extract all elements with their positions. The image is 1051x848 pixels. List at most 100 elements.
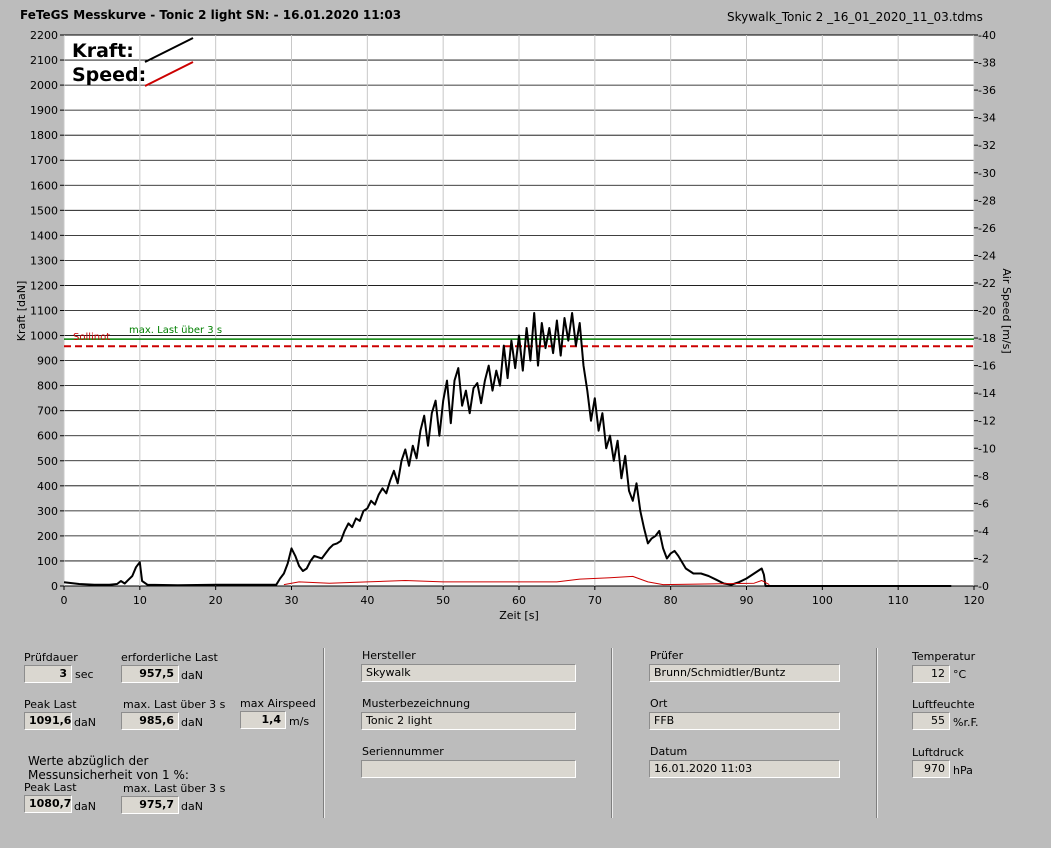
- x-tick-label: 40: [360, 594, 374, 607]
- y2-tick-label: -34: [978, 112, 996, 125]
- y2-tick-label: -2: [978, 552, 989, 565]
- y-axis-ticks: 0 100 200 300 400 500 600 700 800 900 1000 1100 1200…: [30, 29, 64, 593]
- temperatur-unit: °C: [953, 668, 967, 681]
- x-tick-label: 100: [812, 594, 833, 607]
- x-tick-label: 10: [133, 594, 147, 607]
- y2-tick-label: -14: [978, 387, 996, 400]
- y-tick-label: 1600: [30, 179, 58, 192]
- peak-last-unit: daN: [74, 716, 96, 729]
- luftdruck-field: 970: [912, 760, 950, 778]
- x-tick-label: 20: [209, 594, 223, 607]
- y2-tick-label: -32: [978, 139, 996, 152]
- y-tick-label: 900: [37, 355, 58, 368]
- x-tick-label: 70: [588, 594, 602, 607]
- luftfeuchte-field: 55: [912, 712, 950, 730]
- y-tick-label: 100: [37, 555, 58, 568]
- y-tick-label: 2000: [30, 79, 58, 92]
- y-tick-label: 600: [37, 430, 58, 443]
- x-tick-label: 90: [740, 594, 754, 607]
- y2-tick-label: -12: [978, 415, 996, 428]
- peak-last2-unit: daN: [74, 800, 96, 813]
- soll-line-label: Sollinot: [73, 332, 110, 343]
- y2-tick-label: -40: [978, 29, 996, 42]
- y-tick-label: 200: [37, 530, 58, 543]
- y-tick-label: 2200: [30, 29, 58, 42]
- luftdruck-label: Luftdruck: [912, 746, 964, 759]
- y-tick-label: 300: [37, 505, 58, 518]
- force-chart: 0100200300400500600700800900100011001200…: [15, 29, 1013, 622]
- luftfeuchte-label: Luftfeuchte: [912, 698, 975, 711]
- y-tick-label: 2100: [30, 54, 58, 67]
- luftdruck-unit: hPa: [953, 764, 973, 777]
- y-tick-label: 1800: [30, 129, 58, 142]
- ort-field: FFB: [649, 712, 840, 730]
- y2-tick-label: -20: [978, 305, 996, 318]
- max-last2-unit: daN: [181, 800, 203, 813]
- y-tick-label: 1100: [30, 305, 58, 318]
- y-tick-label: 1700: [30, 154, 58, 167]
- legend-speed-label: Speed:: [72, 64, 146, 86]
- max-airspeed-unit: m/s: [289, 715, 310, 728]
- y2-axis-ticks: -0 -2 -4 -6 -8 -10 -12 -14 -16 -18 -20 -22 -24 -26 -28…: [974, 29, 996, 593]
- separator-1: [323, 648, 325, 818]
- musterbezeichnung-label: Musterbezeichnung: [362, 697, 471, 710]
- max-last-unit: daN: [181, 716, 203, 729]
- werte-text-2: Messunsicherheit von 1 %:: [28, 768, 189, 782]
- pruefer-label: Prüfer: [650, 649, 684, 662]
- y2-tick-label: -0: [978, 580, 989, 593]
- y2-tick-label: -10: [978, 442, 996, 455]
- max-last2-field: 975,7: [121, 796, 179, 814]
- max-last-line-label: max. Last über 3 s: [129, 325, 222, 336]
- y2-tick-label: -36: [978, 84, 996, 97]
- temperatur-label: Temperatur: [912, 650, 976, 663]
- peak-last-field: 1091,6: [24, 712, 72, 730]
- y2-tick-label: -4: [978, 525, 989, 538]
- x-tick-label: 110: [888, 594, 909, 607]
- pruefdauer-field: 3: [24, 665, 72, 683]
- y2-tick-label: -18: [978, 332, 996, 345]
- y2-tick-label: -24: [978, 249, 996, 262]
- pruefer-field: Brunn/Schmidtler/Buntz: [649, 664, 840, 682]
- y2-tick-label: -8: [978, 470, 989, 483]
- y-tick-label: 1300: [30, 254, 58, 267]
- max-last-label: max. Last über 3 s: [123, 698, 226, 711]
- datum-label: Datum: [650, 745, 688, 758]
- peak-last-label: Peak Last: [24, 698, 77, 711]
- y2-tick-label: -6: [978, 497, 989, 510]
- erf-last-field: 957,5: [121, 665, 179, 683]
- y-tick-label: 1500: [30, 204, 58, 217]
- y-tick-label: 1400: [30, 229, 58, 242]
- x-tick-label: 30: [285, 594, 299, 607]
- y2-axis-label: Air Speed [m/s]: [1000, 268, 1013, 353]
- y-tick-label: 0: [51, 580, 58, 593]
- y-tick-label: 500: [37, 455, 58, 468]
- legend-kraft-label: Kraft:: [72, 40, 134, 62]
- y2-tick-label: -16: [978, 360, 996, 373]
- max-airspeed-label: max Airspeed: [240, 697, 316, 710]
- pruefdauer-unit: sec: [75, 668, 94, 681]
- peak-last2-field: 1080,7: [24, 795, 72, 813]
- y-tick-label: 400: [37, 480, 58, 493]
- x-tick-label: 120: [964, 594, 985, 607]
- hersteller-label: Hersteller: [362, 649, 416, 662]
- seriennummer-label: Seriennummer: [362, 745, 444, 758]
- y2-tick-label: -30: [978, 167, 996, 180]
- datum-field: 16.01.2020 11:03: [649, 760, 840, 778]
- y-tick-label: 1000: [30, 330, 58, 343]
- separator-3: [876, 648, 878, 818]
- seriennummer-field: [361, 760, 576, 778]
- y2-tick-label: -26: [978, 222, 996, 235]
- erf-last-unit: daN: [181, 669, 203, 682]
- y-tick-label: 800: [37, 380, 58, 393]
- max-last-field: 985,6: [121, 712, 179, 730]
- luftfeuchte-unit: %r.F.: [953, 716, 979, 729]
- y2-tick-label: -28: [978, 194, 996, 207]
- pruefdauer-label: Prüfdauer: [24, 651, 78, 664]
- max-last2-label: max. Last über 3 s: [123, 782, 226, 795]
- erf-last-label: erforderliche Last: [121, 651, 218, 664]
- y-axis-label: Kraft [daN]: [15, 281, 28, 342]
- x-tick-label: 0: [61, 594, 68, 607]
- x-tick-label: 50: [436, 594, 450, 607]
- musterbezeichnung-field: Tonic 2 light: [361, 712, 576, 730]
- werte-text-1: Werte abzüglich der: [28, 754, 149, 768]
